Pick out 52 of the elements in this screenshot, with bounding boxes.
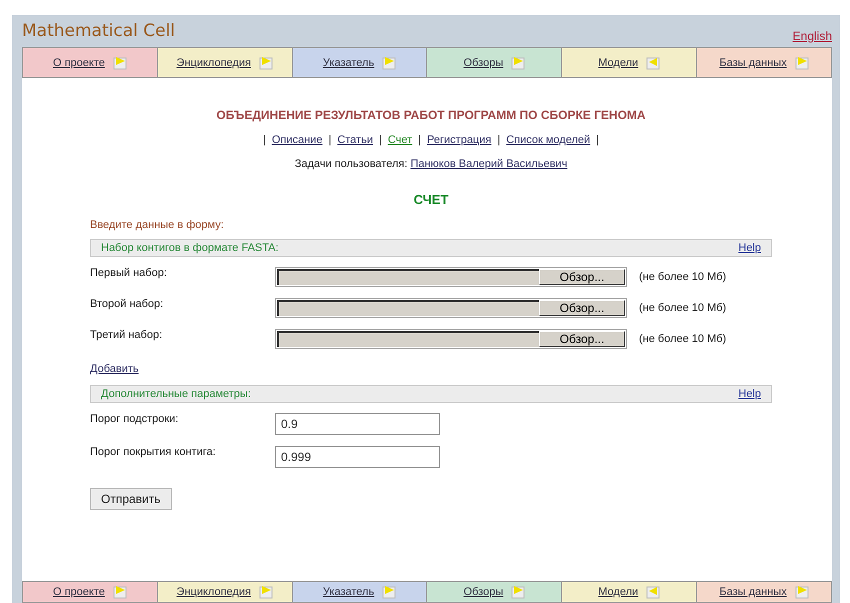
browse-button[interactable]: Обзор... — [539, 269, 625, 285]
sub-nav-link[interactable]: Список моделей — [506, 134, 590, 146]
input-field[interactable]: 0.999 — [275, 446, 440, 468]
language-link[interactable]: English — [792, 29, 832, 47]
separator: | — [418, 134, 422, 146]
nav-tab[interactable]: Энциклопедия — [158, 582, 293, 602]
section-title: Набор контигов в формате FASTA: — [101, 242, 279, 254]
file-field[interactable]: Обзор... — [275, 267, 627, 287]
section-title: СЧЕТ — [412, 192, 450, 207]
sub-nav-link[interactable]: Статьи — [337, 134, 373, 146]
field-label: Второй набор: — [90, 298, 164, 310]
separator: | — [328, 134, 332, 146]
browse-button[interactable]: Обзор... — [539, 331, 625, 347]
help-link[interactable]: Help — [738, 388, 761, 400]
nav-tab[interactable]: О проекте — [23, 582, 158, 602]
site-title: Mathematical Cell — [22, 21, 176, 43]
separator: | — [596, 134, 600, 146]
help-link[interactable]: Help — [738, 242, 761, 254]
user-link[interactable]: Панюков Валерий Васильевич — [410, 158, 568, 170]
sub-nav-link[interactable]: Счет — [388, 134, 412, 146]
nav-tab[interactable]: Обзоры — [427, 582, 562, 602]
file-field[interactable]: Обзор... — [275, 298, 627, 318]
size-note: (не более 10 Мб) — [639, 302, 726, 314]
field-label: Первый набор: — [90, 267, 168, 279]
field-label: Порог покрытия контига: — [90, 446, 217, 458]
separator: | — [378, 134, 382, 146]
add-link[interactable]: Добавить — [90, 363, 139, 375]
nav-tab[interactable]: О проекте — [23, 48, 158, 77]
nav-tab[interactable]: Указатель — [292, 48, 428, 77]
input-field[interactable]: 0.9 — [275, 413, 440, 435]
separator: | — [262, 134, 266, 146]
nav-tab[interactable]: Базы данных — [697, 48, 831, 77]
size-note: (не более 10 Мб) — [639, 333, 726, 345]
sub-nav-link[interactable]: Описание — [272, 134, 322, 146]
sub-nav-link[interactable]: Регистрация — [427, 134, 492, 146]
nav-tab[interactable]: Указатель — [292, 582, 428, 602]
file-field[interactable]: Обзор... — [275, 329, 627, 349]
field-label: Порог подстроки: — [90, 413, 180, 425]
section-title: Дополнительные параметры: — [101, 388, 251, 400]
nav-tab[interactable]: Модели — [562, 48, 698, 77]
size-note: (не более 10 Мб) — [639, 271, 726, 283]
nav-tab[interactable]: Модели — [562, 582, 698, 602]
nav-tab[interactable]: Базы данных — [697, 582, 831, 602]
nav-tab[interactable]: Обзоры — [427, 48, 562, 77]
submit-button[interactable]: Отправить — [90, 488, 172, 510]
user-label: Задачи пользователя: — [294, 158, 408, 170]
nav-tab[interactable]: Энциклопедия — [158, 48, 293, 77]
browse-button[interactable]: Обзор... — [539, 300, 625, 316]
page-heading: ОБЪЕДИНЕНИЕ РЕЗУЛЬТАТОВ РАБОТ ПРОГРАММ ПО СБОРКЕ ГЕНОМА — [215, 108, 647, 122]
form-intro: Введите данные в форму: — [90, 219, 225, 231]
field-label: Третий набор: — [90, 329, 164, 341]
separator: | — [497, 134, 500, 146]
